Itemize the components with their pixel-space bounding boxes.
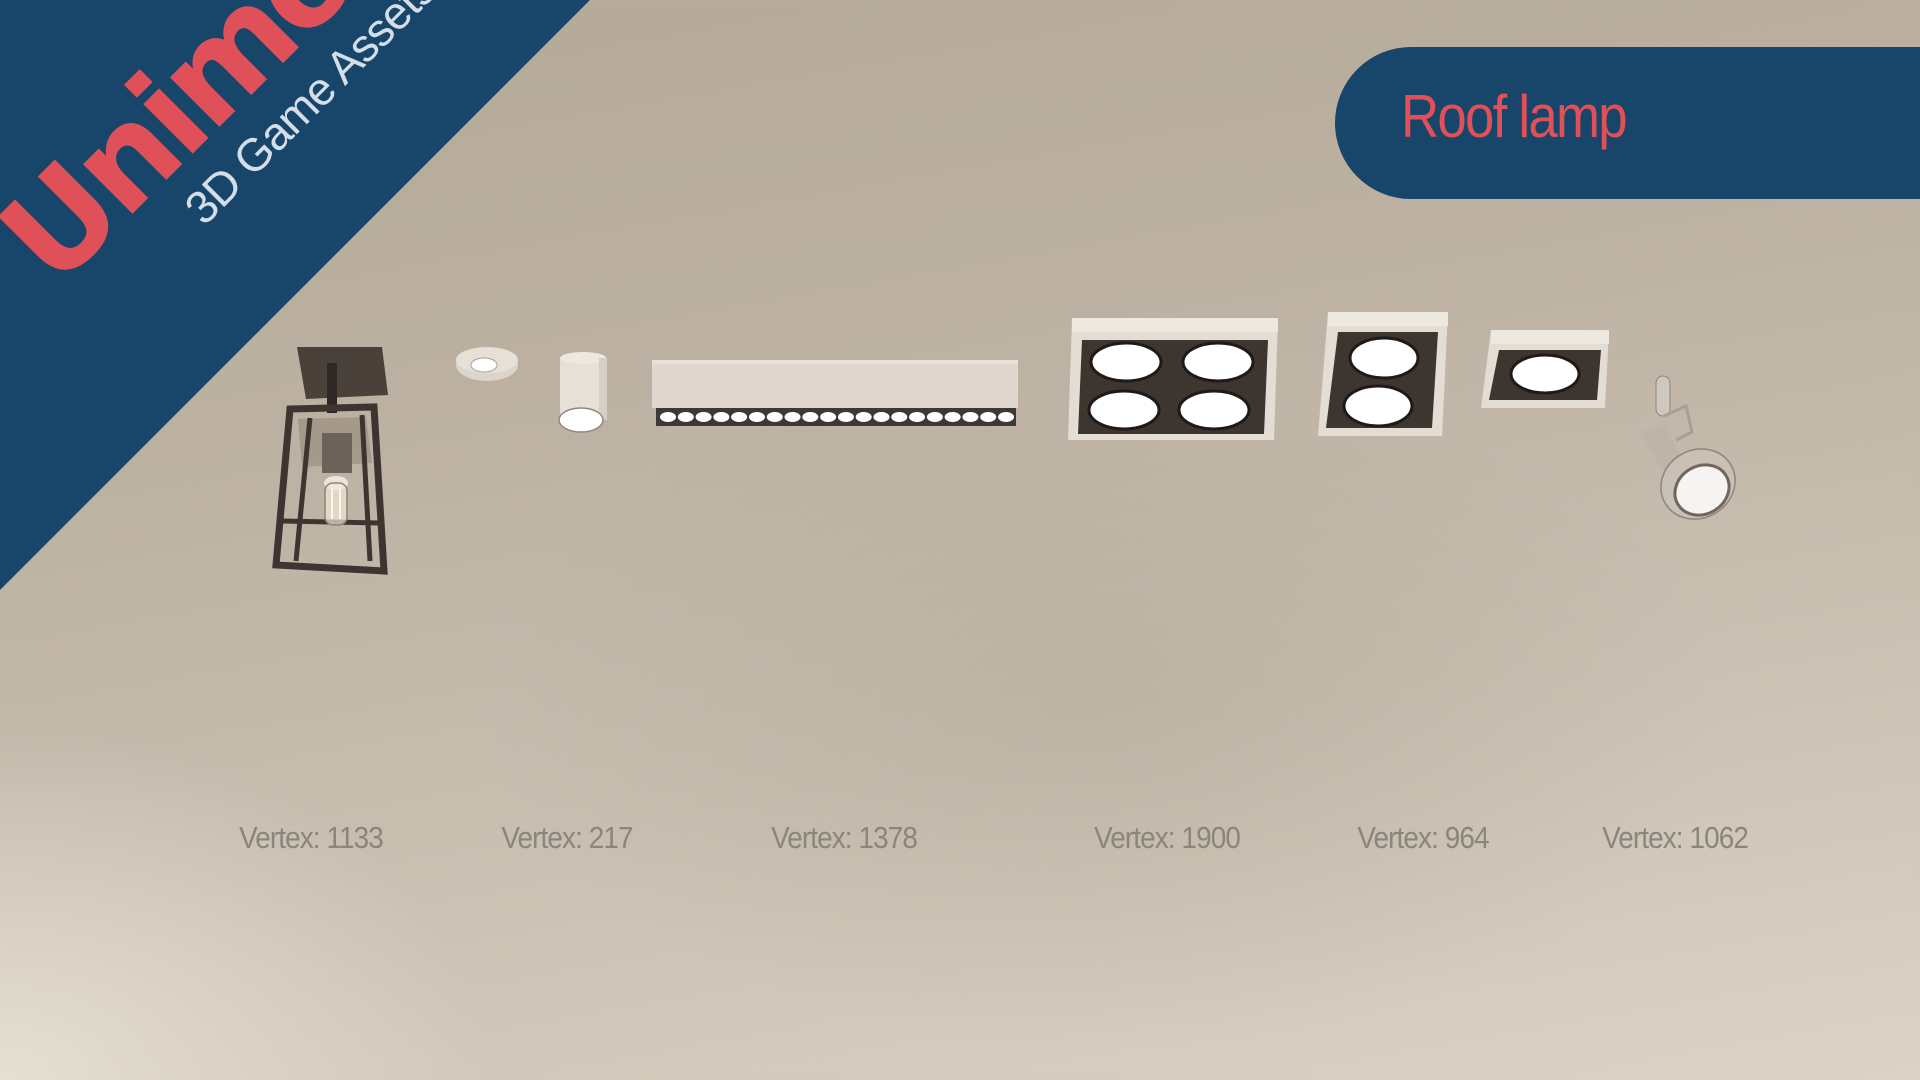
- led-dot: [695, 412, 712, 422]
- led-dot: [873, 412, 890, 422]
- linear-led-lamp-model: [652, 360, 1018, 426]
- led-dot: [713, 412, 730, 422]
- vertex-label: Vertex: 964: [1357, 820, 1489, 855]
- vertex-label: Vertex: 217: [501, 820, 633, 855]
- quad-square-lamp-model: [1068, 318, 1278, 440]
- led-dot: [855, 412, 872, 422]
- led-dot: [731, 412, 748, 422]
- led-dot: [909, 412, 926, 422]
- led-dot: [748, 412, 765, 422]
- spotlight-lamp-model: [1640, 375, 1736, 520]
- led-dot: [677, 412, 694, 422]
- led-dot: [837, 412, 854, 422]
- led-dot: [660, 412, 676, 422]
- vertex-label: Vertex: 1062: [1602, 820, 1749, 855]
- led-dot: [980, 412, 997, 422]
- led-dot: [944, 412, 961, 422]
- lantern-lamp-model: [272, 347, 388, 575]
- led-dot: [962, 412, 979, 422]
- led-dot: [784, 412, 801, 422]
- puck-lamp-model: [456, 347, 518, 381]
- led-dot: [766, 412, 783, 422]
- cylinder-lamp-model: [558, 352, 607, 433]
- led-dot: [820, 412, 837, 422]
- led-dot: [926, 412, 943, 422]
- title-banner: Roof lamp: [1335, 47, 1920, 199]
- led-dot: [998, 412, 1014, 422]
- single-square-lamp-model: [1481, 330, 1609, 408]
- double-square-lamp-model: [1318, 312, 1448, 436]
- vertex-label: Vertex: 1133: [239, 820, 384, 855]
- led-dot: [891, 412, 908, 422]
- page-title: Roof lamp: [1401, 83, 1628, 150]
- vertex-label: Vertex: 1900: [1094, 820, 1241, 855]
- led-dot: [802, 412, 819, 422]
- vertex-label: Vertex: 1378: [771, 820, 918, 855]
